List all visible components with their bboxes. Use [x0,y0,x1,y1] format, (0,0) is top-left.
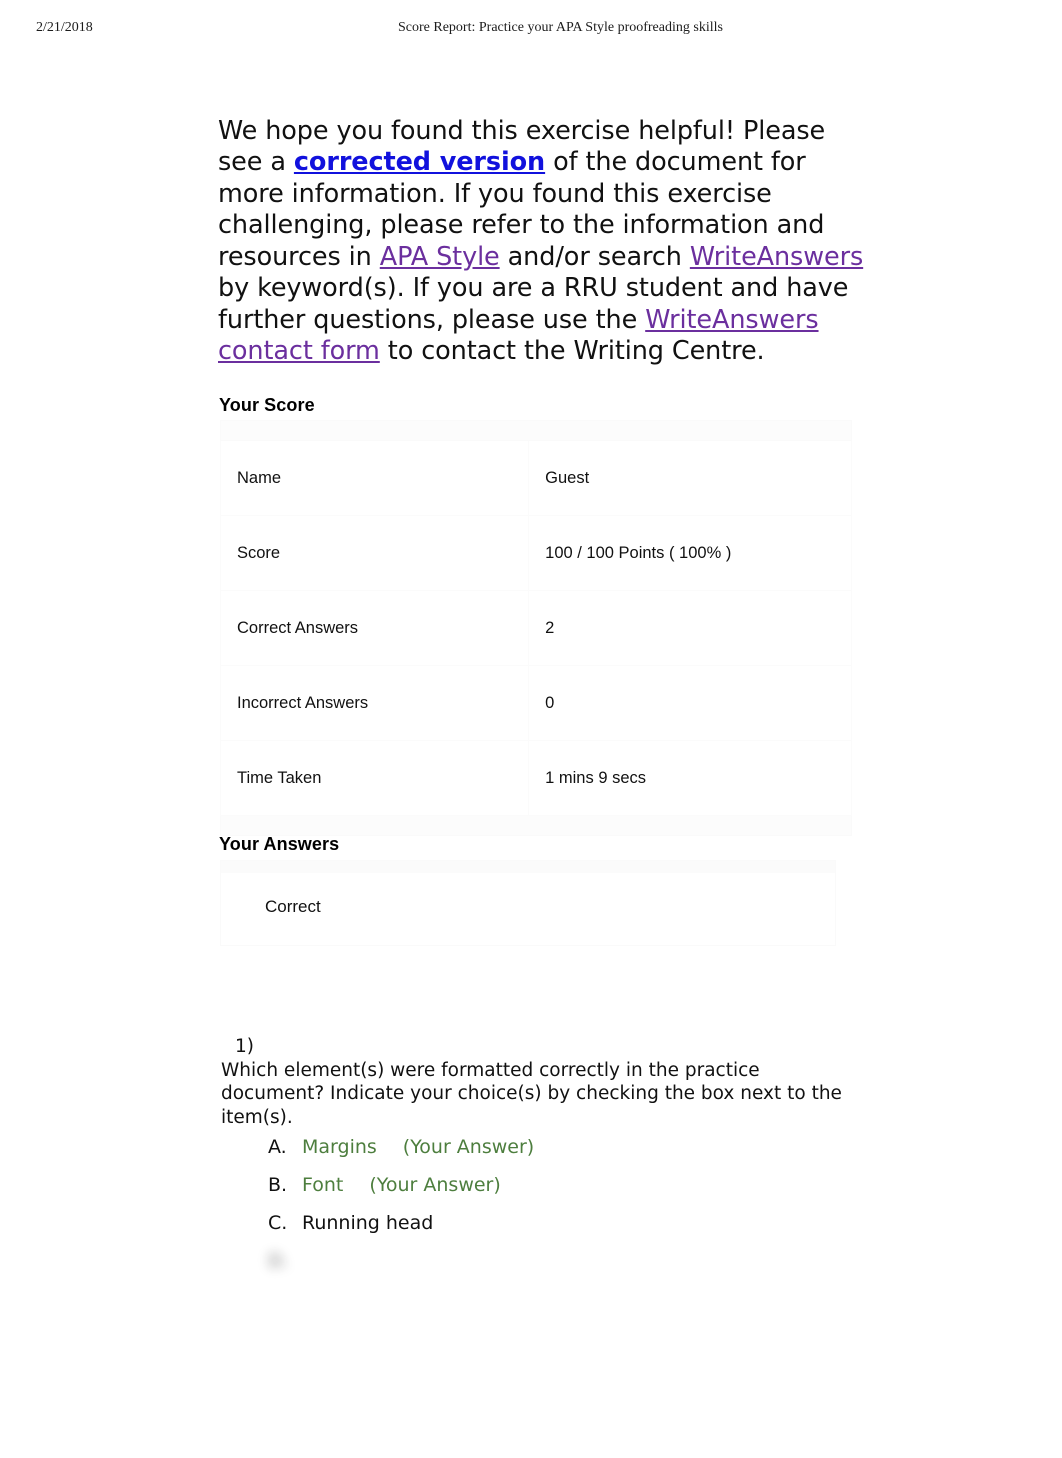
score-table-bottom-spacer-cell [220,815,852,836]
score-row-label-time-taken: Time Taken [219,740,530,816]
score-row-value-name: Guest [528,440,852,516]
option-text-c: Running head [302,1212,434,1234]
score-table-bottom-spacer [220,815,852,836]
score-row-label-correct-answers: Correct Answers [219,590,530,666]
question-block: 1) Which element(s) were formatted corre… [221,1035,851,1129]
intro-segment-3: and/or search [499,241,690,272]
score-row-label-score: Score [219,515,530,591]
score-row-value-correct-answers: 2 [528,590,852,666]
status-badge: Correct [265,897,321,916]
option-letter-d: D. [268,1250,289,1272]
table-row: Time Taken 1 mins 9 secs [219,740,852,816]
option-letter-c: C. [268,1212,288,1234]
your-score-heading: Your Score [219,395,315,415]
list-item[interactable]: D. [268,1250,868,1288]
table-row: Score 100 / 100 Points ( 100% ) [219,515,852,591]
answers-panel-topbar [220,860,836,873]
score-row-value-time-taken: 1 mins 9 secs [528,740,852,816]
writeanswers-link[interactable]: WriteAnswers [690,242,863,272]
option-text-a: Margins [302,1136,377,1158]
answer-status-box: Correct [220,873,836,946]
option-letter-b: B. [268,1174,288,1196]
print-header-title: Score Report: Practice your APA Style pr… [398,20,723,35]
option-text-b: Font [302,1174,344,1196]
score-table-body: Name Guest Score 100 / 100 Points ( 100%… [219,420,852,836]
print-header-date: 2/21/2018 [36,20,93,35]
score-row-label-name: Name [219,440,530,516]
option-letter-a: A. [268,1136,287,1158]
option-your-answer-tag-a: (Your Answer) [402,1136,535,1158]
corrected-version-link[interactable]: corrected version [294,147,545,177]
print-header: 2/21/2018 Score Report: Practice your AP… [0,20,1062,40]
score-row-value-score: 100 / 100 Points ( 100% ) [528,515,852,591]
answer-options-list: A. Margins (Your Answer) B. Font (Your A… [268,1136,868,1326]
table-row: Name Guest [219,440,852,516]
score-row-value-incorrect-answers: 0 [528,665,852,741]
score-summary-table: Name Guest Score 100 / 100 Points ( 100%… [219,420,852,836]
table-row: Correct Answers 2 [219,590,852,666]
apa-style-link[interactable]: APA Style [380,242,500,272]
question-text: Which element(s) were formatted correctl… [221,1059,842,1128]
table-row: Incorrect Answers 0 [219,665,852,741]
question-number: 1) [235,1036,254,1057]
score-row-label-incorrect-answers: Incorrect Answers [219,665,530,741]
list-item[interactable] [268,1288,868,1326]
your-answers-heading: Your Answers [219,834,340,854]
list-item[interactable]: A. Margins (Your Answer) [268,1136,868,1174]
list-item[interactable]: B. Font (Your Answer) [268,1174,868,1212]
intro-paragraph: We hope you found this exercise helpful!… [218,116,868,368]
list-item[interactable]: C. Running head [268,1212,868,1250]
score-table-top-spacer-cell [220,420,852,441]
option-your-answer-tag-b: (Your Answer) [369,1174,501,1196]
answers-panel: Correct [220,860,836,946]
clipped-tail-content [250,1442,810,1458]
intro-segment-5: to contact the Writing Centre. [379,336,765,366]
score-table-top-spacer [220,420,852,441]
